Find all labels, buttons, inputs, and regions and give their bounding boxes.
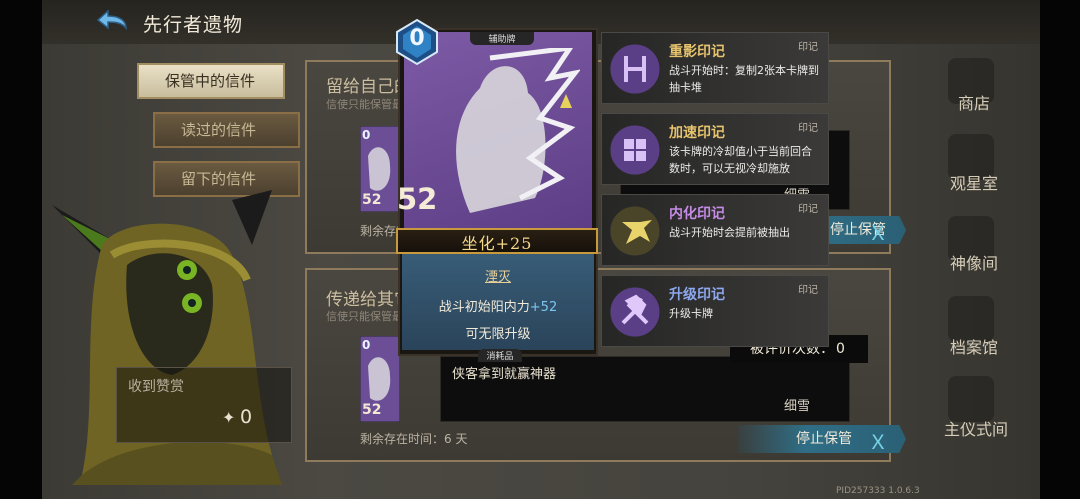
seal-name: 升级印记 (669, 287, 725, 303)
seal-description: 升级卡牌 (669, 307, 713, 320)
seal-tag: 印记 (798, 123, 818, 134)
reward-count: 0 (240, 406, 253, 428)
remaining-time: 剩余存在时间：6 天 (360, 432, 468, 446)
flame-icon: ✦ (222, 408, 236, 427)
seal-item-shadow[interactable]: 重影印记 印记 战斗开始时：复制2张本卡牌到抽卡堆 (601, 32, 829, 104)
card-keyword[interactable]: 湮灭 (402, 266, 594, 285)
seal-name: 加速印记 (669, 125, 725, 141)
tab-keeping-letters[interactable]: 保管中的信件 (137, 63, 285, 99)
seal-description: 战斗开始时会提前被抽出 (669, 226, 790, 239)
hammer-seal-icon (609, 286, 661, 338)
shadow-seal-icon (609, 43, 661, 95)
card-figure-illustration (456, 48, 580, 214)
speed-seal-icon (609, 124, 661, 176)
mini-card-power: 52 (362, 192, 382, 208)
seal-description: 战斗开始时：复制2张本卡牌到抽卡堆 (669, 64, 819, 94)
seal-description: 该卡牌的冷却值小于当前回合数时，可以无视冷却施放 (669, 145, 812, 175)
seal-tag: 印记 (798, 204, 818, 215)
seal-item-speed[interactable]: 加速印记 印记 该卡牌的冷却值小于当前回合数时，可以无视冷却施放 (601, 113, 829, 185)
seal-item-internal[interactable]: 内化印记 印记 战斗开始时会提前被抽出 (601, 194, 829, 266)
nav-shop[interactable]: 商店 (958, 90, 990, 114)
card-name: 坐化+25 (461, 234, 533, 253)
close-icon: Ｘ (868, 430, 888, 454)
seal-tag: 印记 (798, 285, 818, 296)
nav-statue-room[interactable]: 神像间 (950, 250, 998, 274)
card-type: 辅助牌 (470, 32, 534, 45)
tab-read-letters[interactable]: 读过的信件 (153, 112, 300, 148)
card-footer: 消耗品 (478, 349, 522, 362)
page-title: 先行者遗物 (143, 14, 244, 36)
panel-subtitle: 信使只能保管最 (326, 310, 403, 323)
mini-card-cost: 0 (362, 128, 371, 142)
card-effect-value: +52 (529, 300, 558, 315)
message-text: 侠客拿到就赢神器 (452, 367, 557, 382)
stop-keeping-label: 停止保管 (796, 431, 852, 447)
nav-main-ritual[interactable]: 主仪式间 (944, 416, 1008, 440)
mini-card-power: 52 (362, 402, 382, 418)
right-letterbox (1040, 0, 1080, 499)
close-icon: Ｘ (868, 221, 888, 245)
card-upgrade-text: 可无限升级 (465, 327, 531, 342)
panel-subtitle: 信使只能保管最 (326, 98, 403, 111)
seal-name: 重影印记 (669, 44, 725, 60)
seal-name: 内化印记 (669, 206, 725, 222)
card-cost: 0 (409, 26, 425, 51)
internal-seal-icon (609, 205, 661, 257)
card-power: 52 (397, 182, 438, 216)
seal-tag: 印记 (798, 42, 818, 53)
left-letterbox (0, 0, 42, 499)
reward-label: 收到赞赏 (128, 379, 184, 395)
card-effect: 战斗初始阳内力+52 (402, 296, 594, 315)
nav-observatory[interactable]: 观星室 (950, 170, 998, 194)
seal-item-upgrade[interactable]: 升级印记 印记 升级卡牌 (601, 275, 829, 347)
mini-card-cost: 0 (362, 338, 371, 352)
card-effect-text: 战斗初始阳内力 (438, 300, 530, 315)
back-arrow-icon[interactable] (92, 8, 132, 36)
nav-archive[interactable]: 档案馆 (950, 334, 998, 358)
version-text: PID257333 1.0.6.3 (836, 486, 920, 496)
sender-name: 细雪 (784, 399, 811, 414)
review-count: 0 (836, 341, 845, 357)
